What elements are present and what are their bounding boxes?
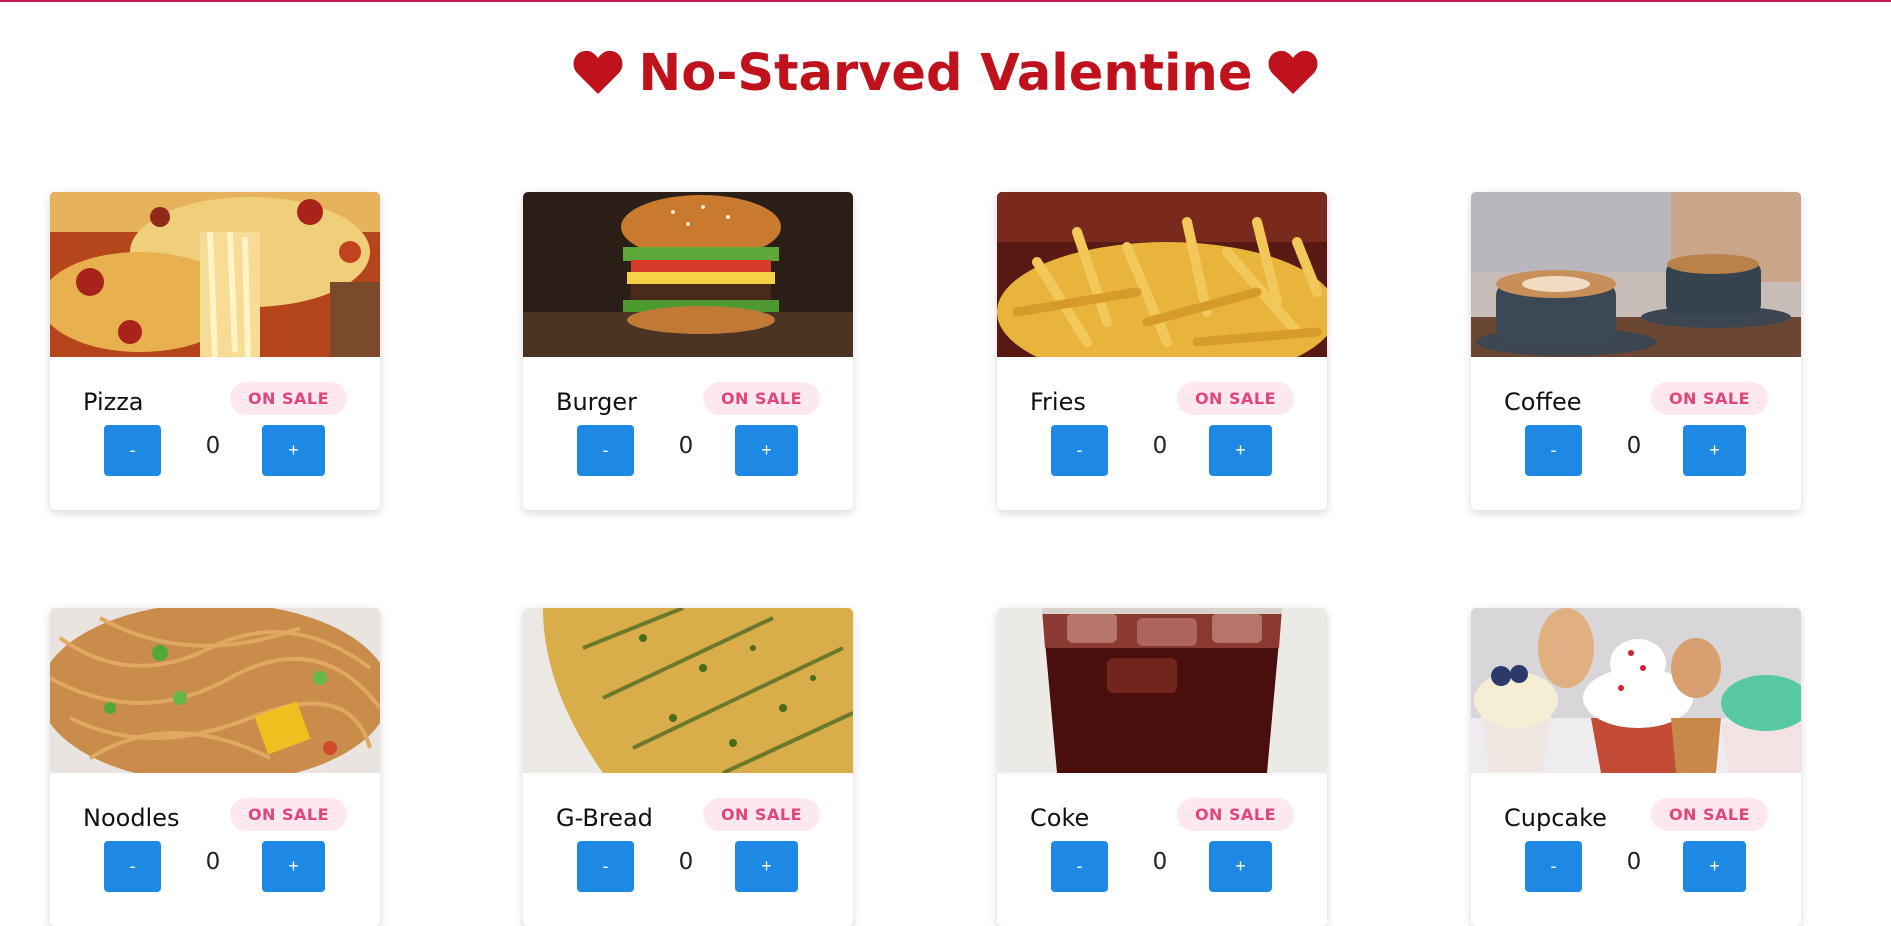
product-card-burger: Burger ON SALE - 0 + [523, 192, 853, 510]
product-name: Coffee [1504, 388, 1582, 416]
decrease-quantity-button[interactable]: - [577, 841, 634, 892]
increase-quantity-button[interactable]: + [1209, 841, 1272, 892]
increase-quantity-button[interactable]: + [262, 841, 325, 892]
cupcake-image [1471, 608, 1801, 773]
quantity-value: 0 [1626, 433, 1642, 459]
coke-image [997, 608, 1327, 773]
increase-quantity-button[interactable]: + [735, 425, 798, 476]
product-card-noodles: Noodles ON SALE - 0 + [50, 608, 380, 926]
increase-quantity-button[interactable]: + [1683, 841, 1746, 892]
product-name: Fries [1030, 388, 1086, 416]
fries-image [997, 192, 1327, 357]
product-card-pizza: Pizza ON SALE - 0 + [50, 192, 380, 510]
on-sale-badge: ON SALE [230, 798, 347, 831]
product-card-coffee: Coffee ON SALE - 0 + [1471, 192, 1801, 510]
decrease-quantity-button[interactable]: - [104, 841, 161, 892]
on-sale-badge: ON SALE [1177, 798, 1294, 831]
increase-quantity-button[interactable]: + [262, 425, 325, 476]
noodles-image [50, 608, 380, 773]
on-sale-badge: ON SALE [230, 382, 347, 415]
top-accent-line [0, 0, 1891, 2]
burger-image [523, 192, 853, 357]
quantity-value: 0 [1152, 849, 1168, 875]
quantity-value: 0 [205, 849, 221, 875]
decrease-quantity-button[interactable]: - [1525, 841, 1582, 892]
quantity-value: 0 [678, 849, 694, 875]
product-name: Noodles [83, 804, 180, 832]
pizza-image [50, 192, 380, 357]
on-sale-badge: ON SALE [1177, 382, 1294, 415]
product-card-g-bread: G-Bread ON SALE - 0 + [523, 608, 853, 926]
quantity-value: 0 [205, 433, 221, 459]
decrease-quantity-button[interactable]: - [1051, 841, 1108, 892]
increase-quantity-button[interactable]: + [1209, 425, 1272, 476]
product-name: Pizza [83, 388, 144, 416]
on-sale-badge: ON SALE [703, 798, 820, 831]
on-sale-badge: ON SALE [1651, 382, 1768, 415]
product-card-cupcake: Cupcake ON SALE - 0 + [1471, 608, 1801, 926]
product-name: Burger [556, 388, 637, 416]
product-card-coke: Coke ON SALE - 0 + [997, 608, 1327, 926]
quantity-value: 0 [678, 433, 694, 459]
on-sale-badge: ON SALE [1651, 798, 1768, 831]
increase-quantity-button[interactable]: + [1683, 425, 1746, 476]
increase-quantity-button[interactable]: + [735, 841, 798, 892]
on-sale-badge: ON SALE [703, 382, 820, 415]
product-name: Cupcake [1504, 804, 1607, 832]
page-title-text: No-Starved Valentine [638, 44, 1253, 103]
decrease-quantity-button[interactable]: - [577, 425, 634, 476]
garlic-bread-image [523, 608, 853, 773]
decrease-quantity-button[interactable]: - [104, 425, 161, 476]
page-title: No-Starved Valentine [0, 44, 1891, 109]
quantity-value: 0 [1152, 433, 1168, 459]
coffee-image [1471, 192, 1801, 357]
heart-icon [1268, 49, 1318, 109]
heart-icon [573, 49, 623, 109]
decrease-quantity-button[interactable]: - [1051, 425, 1108, 476]
product-card-fries: Fries ON SALE - 0 + [997, 192, 1327, 510]
decrease-quantity-button[interactable]: - [1525, 425, 1582, 476]
quantity-value: 0 [1626, 849, 1642, 875]
product-name: G-Bread [556, 804, 653, 832]
product-name: Coke [1030, 804, 1090, 832]
